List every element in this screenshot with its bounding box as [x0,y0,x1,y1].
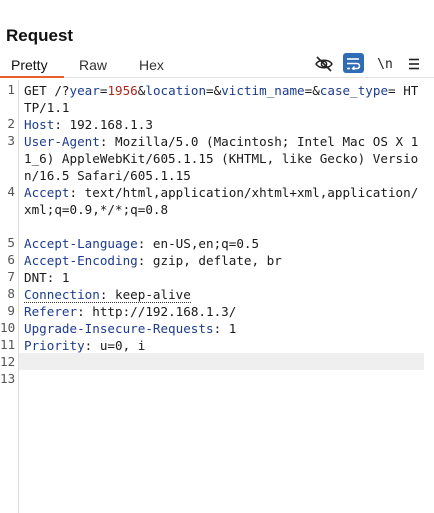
line-number: 7 [7,269,15,284]
line-number: 6 [7,252,15,267]
request-editor[interactable]: 1 GET /?year=1956&location=&victim_name=… [0,80,434,513]
header-value: http://192.168.1.3/ [84,304,237,319]
panel-title: Request [6,26,74,45]
tab-raw[interactable]: Raw [79,57,107,73]
line-number: 4 [7,184,15,199]
line-number: 11 [0,337,16,352]
header-value: 192.168.1.3 [61,117,153,132]
header-name: Accept-Language [24,236,138,251]
header-line: Referer: http://192.168.1.3/ [24,304,237,319]
header-line: Accept-Language: en-US,en;q=0.5 [24,236,260,251]
header-name: User-Agent [24,134,100,149]
line-number: 13 [0,371,16,386]
newline-toggle-button[interactable]: \n [375,54,395,74]
tab-pretty[interactable]: Pretty [11,57,48,73]
header-value: keep-alive [107,287,191,302]
header-name: Referer [24,304,78,319]
tabs-divider [0,77,434,78]
line-number: 5 [7,235,15,250]
header-value: en-US,en;q=0.5 [145,236,260,251]
header-line: Connection: keep-alive [24,287,191,303]
header-name: Accept [24,185,70,200]
line-number: 1 [7,82,15,97]
header-name: Upgrade-Insecure-Requests [24,321,214,336]
eye-slash-icon[interactable] [314,54,334,74]
header-line: DNT: 1 [24,270,70,285]
line-number: 10 [0,320,16,335]
header-line: Accept: text/html,application/xhtml+xml,… [24,185,419,217]
header-line: Priority: u=0, i [24,338,146,353]
header-value: 1 [54,270,70,285]
header-value: 1 [221,321,237,336]
header-line: Upgrade-Insecure-Requests: 1 [24,321,237,336]
hamburger-menu-icon[interactable] [405,54,423,74]
header-name: Connection [24,287,100,302]
tab-hex[interactable]: Hex [139,57,164,73]
line-number: 8 [7,286,15,301]
current-line-highlight [19,353,424,370]
header-name: DNT [24,270,47,285]
active-tab-indicator [0,76,64,78]
header-line: User-Agent: Mozilla/5.0 (Macintosh; Inte… [24,134,419,183]
wrap-lines-icon[interactable] [343,53,364,73]
request-line: GET /?year=1956&location=&victim_name=&c… [24,83,419,115]
line-number: 12 [0,354,16,369]
line-number: 2 [7,116,15,131]
header-name: Priority [24,338,85,353]
view-tabs: Pretty Raw Hex [0,54,434,78]
header-value: text/html,application/xhtml+xml,applicat… [24,185,419,217]
line-number: 9 [7,303,15,318]
line-number: 3 [7,133,15,148]
header-name: Accept-Encoding [24,253,138,268]
header-line: Host: 192.168.1.3 [24,117,153,132]
header-line: Accept-Encoding: gzip, deflate, br [24,253,282,268]
header-name: Host [24,117,55,132]
header-value: gzip, deflate, br [145,253,282,268]
header-value: u=0, i [92,338,146,353]
